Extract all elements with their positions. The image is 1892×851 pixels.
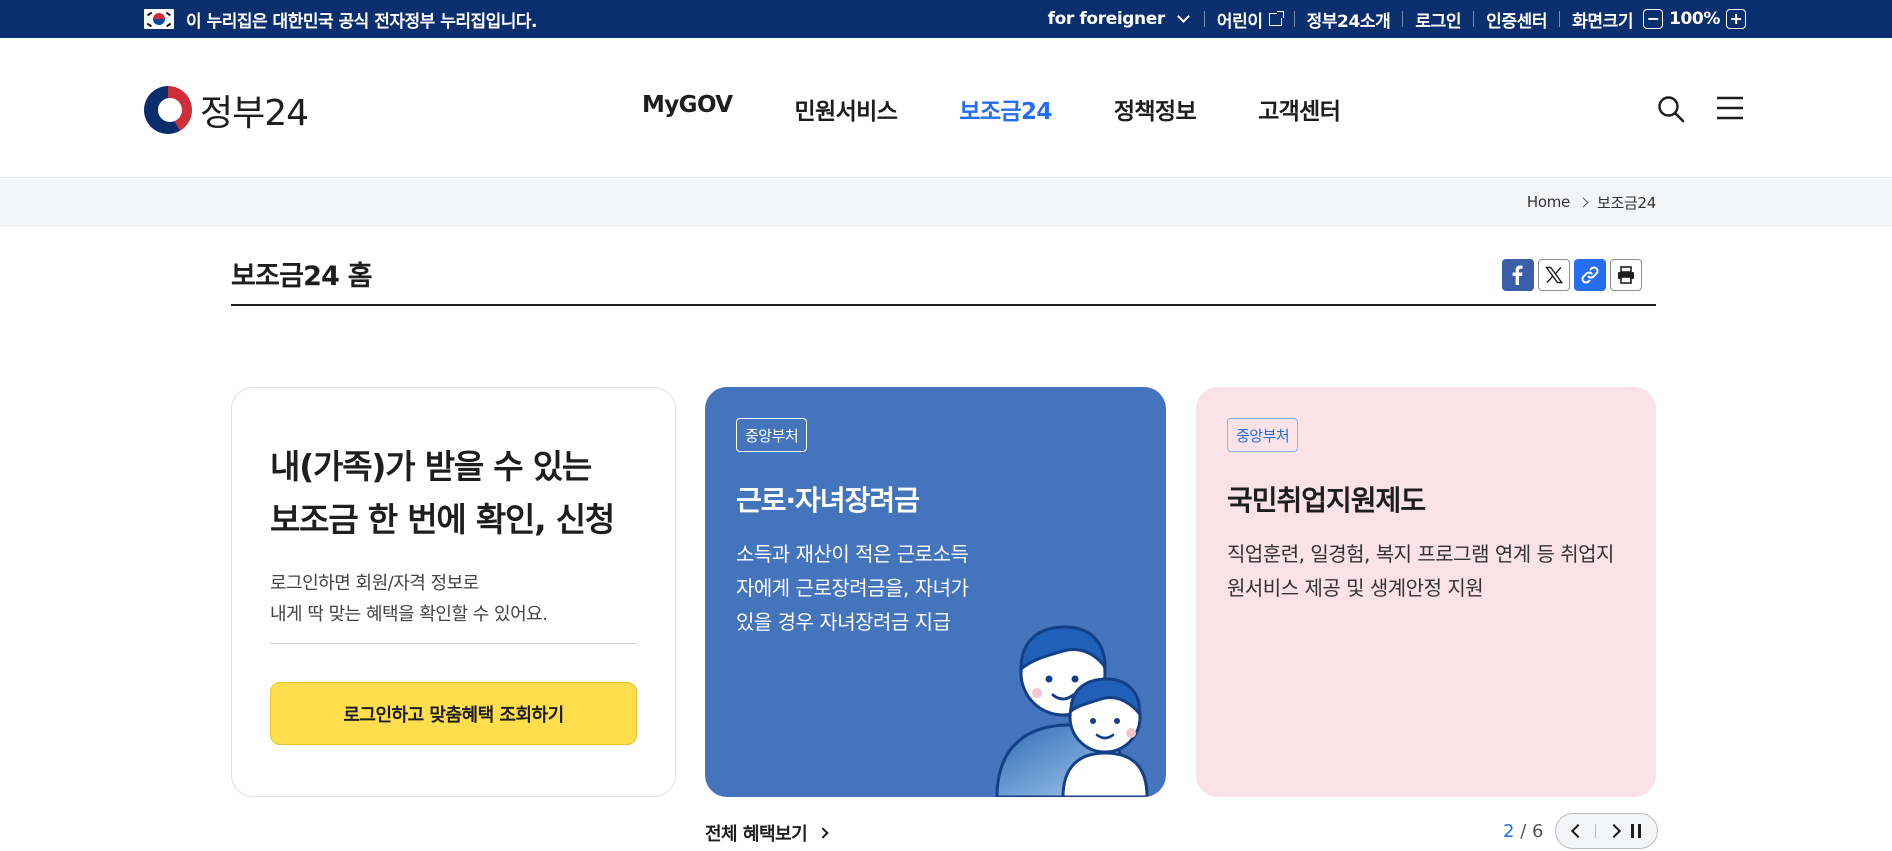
benefit-card-description: 소득과 재산이 적은 근로소득자에게 근로장려금을, 자녀가 있을 경우 자녀장… <box>736 542 969 634</box>
login-card-divider <box>270 643 637 644</box>
facebook-share-button[interactable] <box>1502 259 1534 291</box>
login-card-heading-line1: 내(가족)가 받을 수 있는 <box>270 447 592 486</box>
site-header: 정부24 MyGOV 민원서비스 보조금24 정책정보 고객센터 <box>0 38 1892 178</box>
carousel-current-page: 2 <box>1503 820 1515 842</box>
screen-size-control: 화면크기 − 100% + <box>1572 7 1746 32</box>
benefit-card-employment-support[interactable]: 중앙부처 국민취업지원제도 직업훈련, 일경험, 복지 프로그램 연계 등 취업… <box>1196 387 1656 797</box>
external-link-icon <box>1268 10 1284 26</box>
copy-link-button[interactable] <box>1574 259 1606 291</box>
about-link[interactable]: 정부24소개 <box>1307 7 1391 32</box>
facebook-icon <box>1512 265 1523 285</box>
zoom-out-button[interactable]: − <box>1643 9 1664 29</box>
utility-menu: for foreigner 어린이 정부24소개 로그인 인증센터 화면크기 −… <box>1048 0 1746 38</box>
carousel-prev-icon[interactable] <box>1570 823 1585 839</box>
login-card-heading: 내(가족)가 받을 수 있는 보조금 한 번에 확인, 신청 <box>270 440 615 546</box>
login-link[interactable]: 로그인 <box>1415 7 1461 32</box>
parent-child-illustration-icon <box>995 625 1149 797</box>
breadcrumb-bar: Home 보조금24 <box>0 178 1892 226</box>
carousel-page-indicator: 2 / 6 <box>1503 821 1543 842</box>
breadcrumb-home[interactable]: Home <box>1527 193 1570 211</box>
chevron-right-icon <box>817 827 829 839</box>
nav-item-customer-center[interactable]: 고객센터 <box>1258 92 1341 126</box>
taeguk-logo-icon <box>144 86 192 134</box>
benefit-card-title: 국민취업지원제도 <box>1227 484 1426 517</box>
login-card-desc-line2: 내게 딱 맞는 혜택을 확인할 수 있어요. <box>270 604 548 625</box>
nav-item-civil-service[interactable]: 민원서비스 <box>795 92 898 126</box>
chevron-right-icon <box>1578 197 1589 207</box>
carousel-next-icon[interactable] <box>1606 823 1621 839</box>
agency-badge: 중앙부처 <box>736 418 808 452</box>
gov-banner: 이 누리집은 대한민국 공식 전자정부 누리집입니다. for foreigne… <box>0 0 1892 38</box>
kids-label: 어린이 <box>1216 11 1263 32</box>
login-card-desc-line1: 로그인하면 회원/자격 정보로 <box>270 573 479 594</box>
carousel-pager: 2 / 6 <box>1503 813 1659 849</box>
zoom-in-button[interactable]: + <box>1726 9 1746 29</box>
logo-text: 정부24 <box>200 93 309 134</box>
chevron-down-icon <box>1176 10 1190 23</box>
view-all-benefits-link[interactable]: 전체 혜택보기 <box>705 820 829 846</box>
carousel-page-separator: / <box>1520 820 1527 842</box>
carousel-controls <box>1555 813 1659 849</box>
x-icon <box>1545 266 1563 284</box>
share-toolbar <box>1502 259 1642 291</box>
page-title: 보조금24 홈 <box>231 261 373 292</box>
hamburger-menu-icon[interactable] <box>1716 96 1744 120</box>
nav-item-subsidy24[interactable]: 보조금24 <box>959 92 1052 126</box>
login-lookup-button[interactable]: 로그인하고 맞춤혜택 조회하기 <box>270 682 637 745</box>
breadcrumb: Home 보조금24 <box>1527 178 1656 226</box>
print-button[interactable] <box>1610 259 1642 291</box>
main-nav: MyGOV 민원서비스 보조금24 정책정보 고객센터 <box>642 92 1341 126</box>
nav-item-policy-info[interactable]: 정책정보 <box>1114 92 1197 126</box>
korea-flag-icon <box>144 9 174 29</box>
screen-size-label: 화면크기 <box>1572 11 1634 32</box>
zoom-level: 100% <box>1669 9 1720 29</box>
agency-badge: 중앙부처 <box>1227 418 1299 452</box>
login-benefit-card: 내(가족)가 받을 수 있는 보조금 한 번에 확인, 신청 로그인하면 회원/… <box>231 387 676 797</box>
carousel-total-pages: 6 <box>1532 820 1544 842</box>
link-icon <box>1581 266 1599 284</box>
foreigner-dropdown[interactable]: for foreigner <box>1048 9 1192 29</box>
gov-notice: 이 누리집은 대한민국 공식 전자정부 누리집입니다. <box>144 0 538 38</box>
x-share-button[interactable] <box>1538 259 1570 291</box>
gov-notice-text: 이 누리집은 대한민국 공식 전자정부 누리집입니다. <box>186 11 538 32</box>
cert-center-link[interactable]: 인증센터 <box>1486 7 1547 32</box>
foreigner-label: for foreigner <box>1047 9 1166 29</box>
benefit-card-earned-income[interactable]: 중앙부처 근로·자녀장려금 소득과 재산이 적은 근로소득자에게 근로장려금을,… <box>705 387 1166 797</box>
view-all-label: 전체 혜택보기 <box>705 824 808 845</box>
printer-icon <box>1618 266 1634 284</box>
search-icon[interactable] <box>1656 94 1686 124</box>
benefit-card-description: 직업훈련, 일경험, 복지 프로그램 연계 등 취업지원서비스 제공 및 생계안… <box>1227 542 1614 600</box>
benefit-card-title: 근로·자녀장려금 <box>736 484 920 517</box>
login-card-description: 로그인하면 회원/자격 정보로 내게 딱 맞는 혜택을 확인할 수 있어요. <box>270 568 548 630</box>
site-logo[interactable]: 정부24 <box>144 84 309 136</box>
kids-link[interactable]: 어린이 <box>1216 7 1284 32</box>
carousel-pause-icon[interactable] <box>1631 824 1642 838</box>
login-card-heading-line2: 보조금 한 번에 확인, 신청 <box>270 500 615 539</box>
breadcrumb-current: 보조금24 <box>1597 193 1656 212</box>
nav-item-mygov[interactable]: MyGOV <box>642 92 733 126</box>
title-divider <box>231 304 1656 306</box>
